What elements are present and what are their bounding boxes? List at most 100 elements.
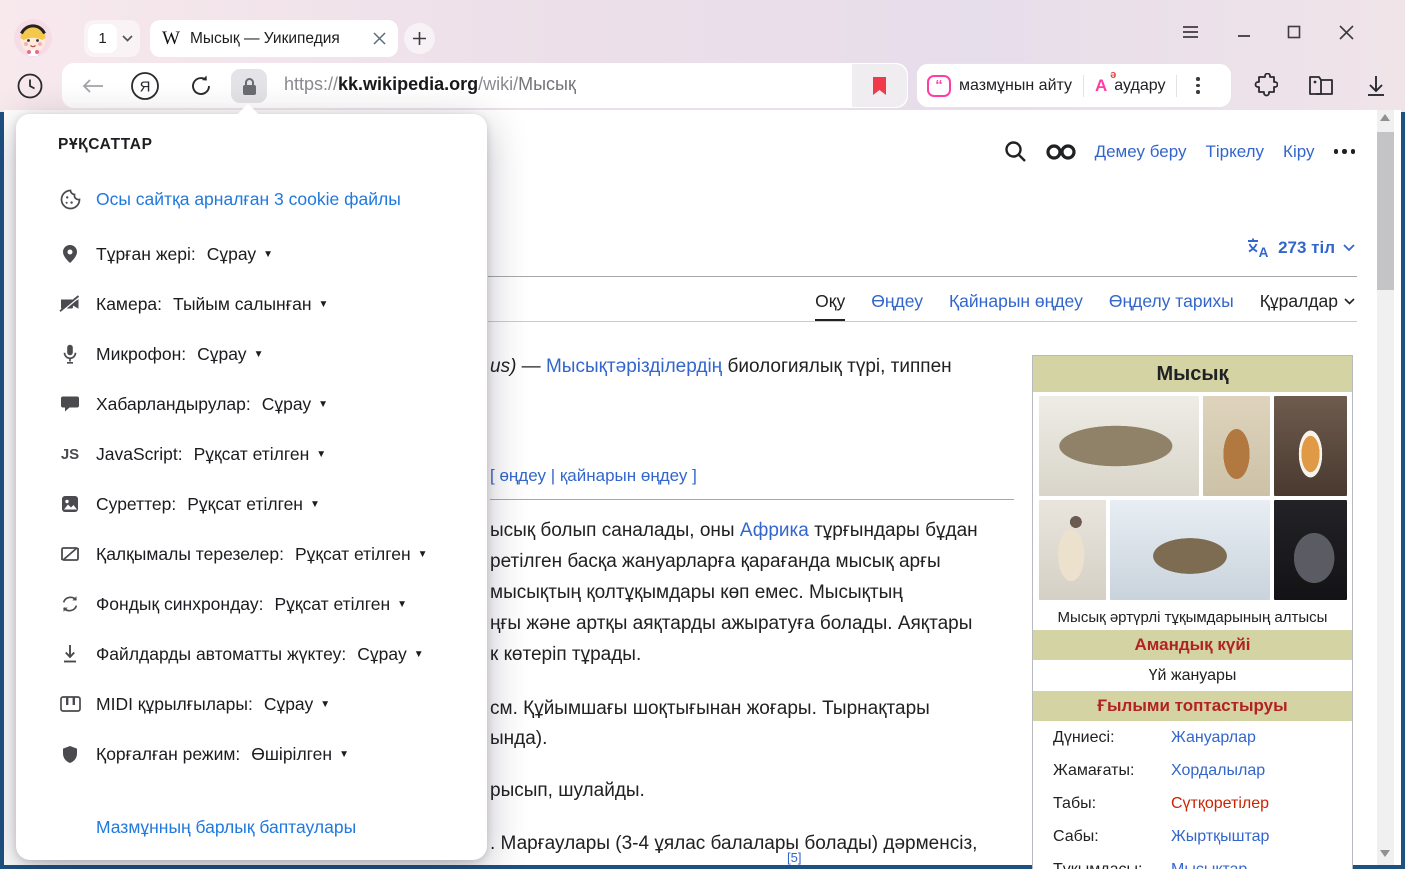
phylum-link[interactable]: Хордалылар bbox=[1171, 762, 1265, 780]
permission-value-dropdown[interactable]: Тыйым салынған▼ bbox=[173, 294, 328, 315]
language-count-label: 273 тіл bbox=[1278, 238, 1335, 258]
article-text-line: см. Құйымшағы шоқтығынан жоғары. Тырнақт… bbox=[490, 698, 930, 720]
family-link[interactable]: Мысықтар bbox=[1171, 861, 1247, 869]
tab-tools[interactable]: Құралдар bbox=[1260, 291, 1355, 312]
history-button[interactable] bbox=[15, 71, 45, 101]
pill-divider bbox=[1083, 75, 1084, 97]
tab-title: Мысық — Уикипедия bbox=[190, 30, 373, 48]
page-scrollbar[interactable] bbox=[1377, 110, 1394, 865]
yandex-icon: Я bbox=[130, 71, 160, 101]
chevron-down-icon bbox=[1344, 298, 1355, 305]
order-link[interactable]: Жыртқыштар bbox=[1171, 828, 1269, 846]
permission-row-javascript: JS JavaScript: Рұқсат етілген▼ bbox=[58, 441, 326, 467]
section-heading-rule bbox=[490, 499, 1014, 500]
extensions-button[interactable] bbox=[1249, 70, 1281, 102]
permission-value-dropdown[interactable]: Рұқсат етілген▼ bbox=[295, 544, 428, 565]
kingdom-link[interactable]: Жануарлар bbox=[1171, 729, 1256, 747]
section-edit-links: [ өңдеу | қайнарын өңдеу ] bbox=[490, 466, 697, 486]
downloads-button[interactable] bbox=[1360, 70, 1392, 102]
class-link[interactable]: Сүтқоретілер bbox=[1171, 795, 1269, 813]
cookies-link[interactable]: Осы сайтқа арналған 3 cookie файлы bbox=[96, 189, 401, 210]
pill-divider bbox=[1176, 75, 1177, 97]
felidae-link[interactable]: Мысықтәрізділердің bbox=[546, 356, 722, 377]
tab-edit[interactable]: Өңдеу bbox=[871, 291, 923, 312]
yandex-services-button[interactable]: Я bbox=[130, 71, 160, 101]
puzzle-icon bbox=[1252, 73, 1278, 99]
camera-off-icon bbox=[58, 295, 82, 313]
scrollbar-thumb[interactable] bbox=[1377, 132, 1394, 290]
profile-avatar[interactable] bbox=[14, 19, 52, 57]
images-icon bbox=[58, 495, 82, 513]
permission-row-images: Суреттер: Рұқсат етілген▼ bbox=[58, 491, 320, 517]
taxonomy-row: Сабы: Жыртқыштар bbox=[1033, 820, 1352, 853]
article-text-line: к көтеріп тұрады. bbox=[490, 644, 641, 666]
appearance-glasses-icon[interactable] bbox=[1046, 144, 1076, 160]
header-divider bbox=[488, 276, 1357, 277]
permission-value-dropdown[interactable]: Сұрау▼ bbox=[264, 694, 330, 715]
taxobox: Мысық Мысық әртүрлі тұқымдарының алтысы … bbox=[1032, 355, 1353, 869]
cat-photo-tabby-lying[interactable] bbox=[1039, 396, 1199, 496]
search-icon[interactable] bbox=[1004, 140, 1027, 163]
permission-row-notifications: Хабарландырулар: Сұрау▼ bbox=[58, 391, 328, 417]
conservation-status-value: Үй жануары bbox=[1033, 660, 1352, 691]
taxonomy-row: Дүниесі: Жануарлар bbox=[1033, 721, 1352, 754]
article-text-line: ретілген басқа жануарларға қарағанда мыс… bbox=[490, 551, 941, 573]
minimize-button[interactable] bbox=[1234, 22, 1254, 42]
page-actions-more-button[interactable] bbox=[1188, 77, 1208, 94]
permissions-title: РҰҚСАТТАР bbox=[58, 136, 153, 154]
bookmark-button[interactable] bbox=[852, 64, 907, 107]
lock-icon bbox=[242, 77, 257, 96]
login-link[interactable]: Кіру bbox=[1283, 142, 1314, 162]
donate-link[interactable]: Демеу беру bbox=[1095, 142, 1187, 162]
register-link[interactable]: Тіркелу bbox=[1205, 142, 1264, 162]
permission-value-dropdown[interactable]: Сұрау▼ bbox=[262, 394, 328, 415]
refresh-button[interactable] bbox=[186, 71, 216, 101]
permission-value-dropdown[interactable]: Сұрау▼ bbox=[357, 644, 423, 665]
menu-icon bbox=[1182, 25, 1199, 39]
permission-value-dropdown[interactable]: Сұрау▼ bbox=[207, 244, 273, 265]
tab-edit-source[interactable]: Қайнарын өңдеу bbox=[949, 291, 1083, 312]
permission-value-dropdown[interactable]: Рұқсат етілген▼ bbox=[194, 444, 327, 465]
scroll-down-arrow[interactable] bbox=[1380, 850, 1390, 857]
language-selector-button[interactable]: A 273 тіл bbox=[1246, 237, 1355, 258]
browser-tab-active[interactable]: W Мысық — Уикипедия bbox=[150, 20, 398, 57]
back-button[interactable] bbox=[78, 71, 108, 101]
cat-photo-gray[interactable] bbox=[1274, 500, 1347, 600]
permission-row-midi: MIDI құрылғылары: Сұрау▼ bbox=[58, 691, 330, 717]
site-permissions-panel: РҰҚСАТТАР Осы сайтқа арналған 3 cookie ф… bbox=[16, 114, 487, 860]
wiki-more-menu[interactable] bbox=[1334, 149, 1356, 154]
permission-value-dropdown[interactable]: Рұқсат етілген▼ bbox=[187, 494, 320, 515]
reference-link[interactable]: [5] bbox=[787, 850, 801, 865]
tab-group-chip[interactable]: 1 bbox=[84, 20, 140, 57]
cat-photo-orange-white[interactable] bbox=[1274, 396, 1347, 496]
permission-value-dropdown[interactable]: Сұрау▼ bbox=[197, 344, 263, 365]
edit-link[interactable]: өңдеу bbox=[499, 466, 546, 485]
africa-link[interactable]: Африка bbox=[740, 520, 809, 541]
scroll-up-arrow[interactable] bbox=[1380, 114, 1390, 121]
permission-value-dropdown[interactable]: Рұқсат етілген▼ bbox=[274, 594, 407, 615]
permission-row-popups: Қалқымалы терезелер: Рұқсат етілген▼ bbox=[58, 541, 428, 567]
collections-button[interactable] bbox=[1305, 70, 1337, 102]
new-tab-button[interactable] bbox=[404, 23, 435, 54]
cat-photo-siamese[interactable] bbox=[1039, 500, 1106, 600]
back-arrow-icon bbox=[81, 78, 105, 94]
chevron-down-icon bbox=[1343, 244, 1355, 252]
site-permissions-button[interactable] bbox=[231, 69, 267, 103]
all-content-settings-link[interactable]: Мазмұнның барлық баптаулары bbox=[96, 817, 356, 838]
tab-history[interactable]: Өңделу тарихы bbox=[1109, 291, 1234, 312]
read-aloud-button[interactable]: “ мазмұнын айту bbox=[927, 75, 1072, 97]
tab-read[interactable]: Оқу bbox=[815, 291, 845, 312]
tabs-divider bbox=[488, 321, 1357, 322]
url-field[interactable]: https://kk.wikipedia.org/wiki/Мысық bbox=[284, 74, 576, 95]
cat-photo-tabby-snow[interactable] bbox=[1110, 500, 1270, 600]
tab-close-icon[interactable] bbox=[373, 32, 386, 45]
close-window-button[interactable] bbox=[1336, 22, 1356, 42]
read-aloud-label: мазмұнын айту bbox=[959, 77, 1072, 95]
permission-row-protected-mode: Қорғалған режим: Өшірілген▼ bbox=[58, 741, 349, 767]
edit-source-link[interactable]: қайнарын өңдеу bbox=[560, 466, 688, 485]
translate-button[interactable]: Aә аудару bbox=[1095, 76, 1165, 96]
cat-photo-abyssinian[interactable] bbox=[1203, 396, 1270, 496]
browser-menu-button[interactable] bbox=[1180, 22, 1200, 42]
maximize-button[interactable] bbox=[1284, 22, 1304, 42]
permission-value-dropdown[interactable]: Өшірілген▼ bbox=[251, 744, 349, 765]
